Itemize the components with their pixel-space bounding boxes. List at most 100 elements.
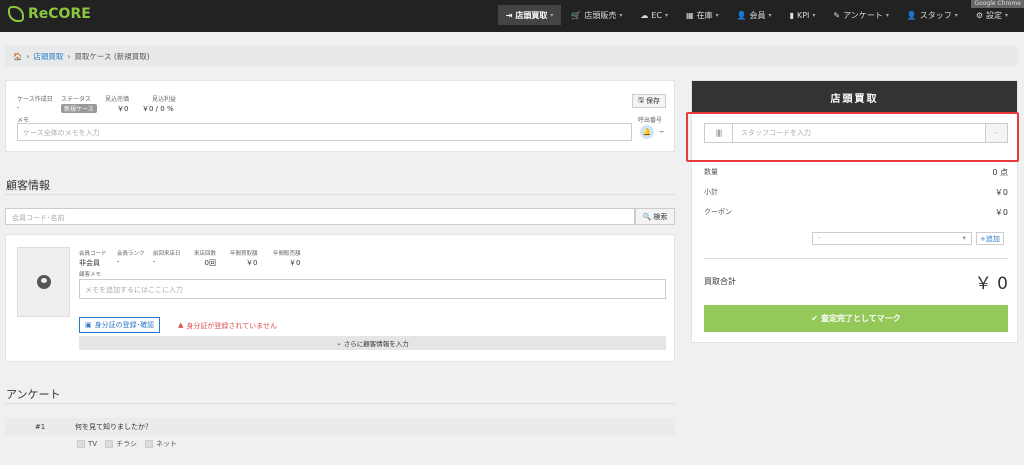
qty-value: 0 点 [992, 168, 1008, 177]
survey-divider [5, 403, 675, 404]
coupon-row: クーポン ￥0 [704, 207, 1008, 218]
customer-memo-input[interactable]: メモを追加するにはここに入力 [79, 279, 666, 299]
call-number-label: 呼出番号 [637, 117, 662, 124]
search-icon: 🔍 [642, 212, 652, 221]
customer-memo-label: 顧客メモ [79, 272, 102, 278]
buy-panel: 店頭買取 |||| スタッフコードを入力 - 数量 0 点 小計 ￥0 クーポン… [686, 80, 1019, 343]
expected-profit-value: ￥0 / 0 % [142, 105, 174, 113]
option-tv[interactable]: TV [77, 439, 97, 449]
option-label: チラシ [116, 440, 137, 448]
id-register-button[interactable]: ▣ 身分証の登録･確認 [79, 317, 161, 333]
checkbox[interactable] [144, 440, 153, 448]
more-customer-info-button[interactable]: ⌄ さらに顧客情報を入力 [79, 336, 666, 350]
chevron-down-icon: ▾ [768, 11, 772, 19]
field-label: 来店回数 [194, 251, 217, 257]
nav-item-staff[interactable]: 👤 スタッフ ▾ [899, 5, 966, 25]
nav-item-store-buy[interactable]: ⇥ 店頭買取 ▾ [497, 5, 562, 25]
member-rank: 会員ランク - [117, 249, 145, 266]
user-circle-icon [36, 275, 51, 289]
save-label: 保存 [646, 97, 660, 105]
coupon-select[interactable]: - ▾ [812, 232, 972, 245]
chevron-down-icon: ▾ [1004, 11, 1008, 19]
subtotal-label: 小計 [704, 188, 718, 196]
add-label: 追加 [985, 234, 1000, 243]
total-row: 買取合計 ￥ 0 [704, 269, 1008, 294]
nav-item-kpi[interactable]: ▮ KPI ▾ [782, 5, 824, 25]
field-value: 0回 [204, 259, 217, 267]
case-status: ステータス 新規ケース [61, 94, 97, 113]
nav-item-settings[interactable]: ⚙ 設定 ▾ [968, 5, 1016, 25]
nav-item-survey[interactable]: ✎ アンケート ▾ [825, 5, 896, 25]
user-icon: 👤 [736, 10, 747, 20]
nav-item-inventory[interactable]: ▦ 在庫 ▾ [678, 5, 727, 25]
nav-item-members[interactable]: 👤 会員 ▾ [729, 5, 780, 25]
field-value: - [153, 258, 156, 266]
cart-icon: 🛒 [571, 10, 582, 20]
checkbox[interactable] [77, 440, 85, 448]
customer-divider [5, 194, 675, 195]
check-icon: ✔ [811, 314, 818, 323]
panel-divider [704, 258, 1008, 259]
chevron-down-icon: ▾ [885, 11, 889, 19]
nav-item-store-sales[interactable]: 🛒 店頭販売 ▾ [563, 5, 630, 25]
cubes-icon: ▦ [686, 10, 694, 20]
nav-menu: ⇥ 店頭買取 ▾ 🛒 店頭販売 ▾ ☁ EC ▾ ▦ 在庫 ▾ 👤 会員 ▾ ▮ KPI ▾ ✎ アンケー… [497, 4, 1016, 28]
chevron-down-icon: ⌄ [336, 339, 342, 347]
gear-icon: ⚙ [975, 10, 983, 20]
bar-chart-icon: ▮ [789, 10, 794, 20]
save-icon: 🖫 [638, 95, 644, 104]
staff-code-field[interactable]: |||| スタッフコードを入力 - [704, 123, 1008, 143]
home-icon[interactable]: 🏠 [13, 52, 22, 61]
user-outline-icon: 👤 [906, 10, 917, 20]
save-button[interactable]: 🖫 保存 [632, 94, 666, 108]
nav-label: KPI [796, 10, 810, 20]
nav-label: スタッフ [919, 10, 952, 20]
breadcrumb-store-buy[interactable]: 店頭買取 [33, 51, 63, 62]
nav-item-ec[interactable]: ☁ EC ▾ [632, 5, 676, 25]
id-card-icon: ▣ [85, 321, 92, 329]
case-created: ケース作成日 - [17, 94, 53, 112]
case-memo-input[interactable]: ケース全体のメモを入力 [17, 123, 632, 141]
annual-sales: 年間販売額 ￥0 [273, 249, 301, 268]
member-code: 会員コード 非会員 [79, 249, 107, 268]
staff-code-button[interactable]: - [985, 124, 1007, 142]
customer-search-input[interactable]: 会員コード･名前 [5, 208, 635, 225]
option-label: ネット [155, 440, 177, 448]
mark-complete-button[interactable]: ✔ 査定完了としてマーク [704, 305, 1008, 332]
bell-icon[interactable]: 🔔 [640, 125, 654, 139]
browser-label: Google Chrome [971, 0, 1024, 8]
breadcrumb-separator: › [26, 51, 30, 61]
case-created-label: ケース作成日 [17, 96, 53, 103]
subtotal-value: ￥0 [994, 188, 1008, 197]
question-text: 何を見て知りましたか？ [75, 423, 152, 431]
chevron-down-icon: ▾ [954, 11, 958, 19]
sitemap-icon: ☁ [640, 10, 649, 20]
survey-question-row: #1 何を見て知りましたか？ [5, 418, 675, 436]
customer-search-button[interactable]: 🔍 検索 [635, 208, 675, 225]
field-label: 年間買取額 [230, 251, 258, 257]
search-label: 検索 [653, 212, 668, 221]
chevron-down-icon: ▾ [664, 11, 668, 19]
warning-icon: ▲ [178, 321, 184, 329]
barcode-icon: |||| [705, 124, 733, 142]
breadcrumb-separator: › [67, 51, 71, 61]
brand-logo[interactable]: ReCORE [8, 6, 91, 22]
expected-sales-value: ￥0 [117, 105, 129, 113]
option-net[interactable]: ネット [144, 439, 177, 449]
coupon-value: ￥0 [994, 208, 1008, 217]
case-status-label: ステータス [61, 96, 92, 103]
add-coupon-button[interactable]: + 追加 [976, 232, 1004, 245]
field-value: - [117, 258, 120, 266]
qty-label: 数量 [704, 168, 718, 176]
call-number-value: – [659, 127, 665, 137]
nav-label: EC [651, 10, 662, 20]
option-flyer[interactable]: チラシ [105, 439, 137, 449]
chevron-down-icon: ▾ [619, 11, 623, 19]
caret-down-icon: ▾ [962, 234, 966, 242]
staff-code-input[interactable]: スタッフコードを入力 [733, 128, 985, 138]
top-navbar: ReCORE ⇥ 店頭買取 ▾ 🛒 店頭販売 ▾ ☁ EC ▾ ▦ 在庫 ▾ 👤 会員 ▾ ▮ KPI… [0, 0, 1024, 32]
field-value: ￥0 [289, 259, 301, 267]
id-register-label: 身分証の登録･確認 [94, 321, 155, 329]
checkbox[interactable] [105, 440, 114, 448]
annual-buy: 年間買取額 ￥0 [230, 249, 258, 268]
